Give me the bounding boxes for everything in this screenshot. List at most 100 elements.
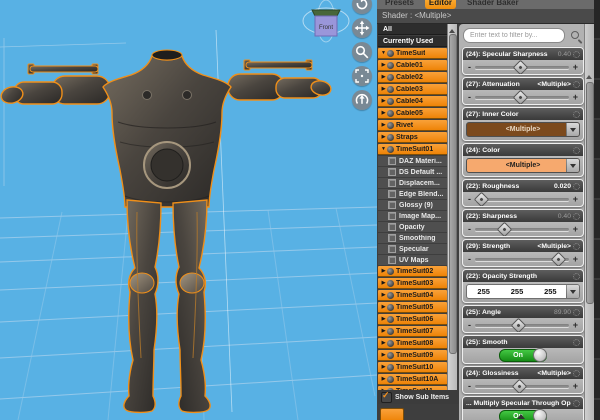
- gear-icon[interactable]: [573, 182, 580, 190]
- search-icon[interactable]: [570, 30, 582, 42]
- expand-icon[interactable]: ▶: [380, 110, 387, 116]
- pan-icon[interactable]: [352, 18, 372, 38]
- rgb-g-value[interactable]: 255: [500, 287, 533, 296]
- docked-pane-edge-strip[interactable]: [594, 0, 600, 420]
- slider-thumb[interactable]: [510, 317, 527, 332]
- gear-icon[interactable]: [573, 338, 580, 346]
- expand-icon[interactable]: ▶: [380, 376, 387, 382]
- expand-icon[interactable]: ▶: [380, 364, 387, 370]
- slider[interactable]: - +: [463, 251, 583, 266]
- clipped-orange-button[interactable]: [380, 408, 404, 420]
- expand-icon[interactable]: ▶: [380, 134, 387, 140]
- slider-minus[interactable]: -: [468, 62, 471, 72]
- slider[interactable]: - +: [463, 191, 583, 206]
- tab-presets[interactable]: Presets: [381, 0, 418, 9]
- tree-item-timesuit09[interactable]: ▶ TimeSuit09: [378, 350, 447, 361]
- slider-track[interactable]: [475, 251, 569, 266]
- tree-item-all[interactable]: All: [378, 24, 447, 35]
- toggle-knob[interactable]: [533, 348, 547, 362]
- tree-item-cable01[interactable]: ▶ Cable01: [378, 60, 447, 71]
- slider-track[interactable]: [475, 378, 569, 393]
- tree-item-ds-default[interactable]: DS Default ...: [378, 167, 447, 177]
- tree-item-timesuit10[interactable]: ▶ TimeSuit10: [378, 362, 447, 373]
- slider-track[interactable]: [473, 191, 569, 206]
- expand-icon[interactable]: ▶: [380, 62, 387, 68]
- rgb-r-value[interactable]: 255: [467, 287, 500, 296]
- tree-item-displacement[interactable]: Displacem...: [378, 178, 447, 188]
- slider-plus[interactable]: +: [573, 62, 578, 72]
- slider[interactable]: - +: [463, 59, 583, 74]
- slider[interactable]: - +: [463, 89, 583, 104]
- tree-item-timesuit04[interactable]: ▶ TimeSuit04: [378, 290, 447, 301]
- slider-track[interactable]: [475, 317, 569, 332]
- parameters-scrollbar-thumb[interactable]: [586, 82, 594, 304]
- dropdown-arrow-icon[interactable]: [566, 285, 579, 298]
- slider-thumb[interactable]: [511, 378, 528, 393]
- reset-camera-icon[interactable]: [352, 90, 372, 110]
- dropdown-arrow-icon[interactable]: [566, 123, 579, 136]
- tree-item-opacity[interactable]: Opacity: [378, 222, 447, 232]
- slider-minus[interactable]: -: [468, 224, 471, 234]
- slider[interactable]: - +: [463, 221, 583, 236]
- slider-track[interactable]: [475, 59, 569, 74]
- tree-item-image-map[interactable]: Image Map...: [378, 211, 447, 221]
- expand-icon[interactable]: ▶: [380, 280, 387, 286]
- gear-icon[interactable]: [573, 272, 580, 280]
- gear-icon[interactable]: [573, 308, 580, 316]
- slider-plus[interactable]: +: [573, 254, 578, 264]
- color-swatch[interactable]: <Multiple>: [466, 158, 580, 173]
- rgb-b-value[interactable]: 255: [534, 287, 567, 296]
- gear-icon[interactable]: [573, 146, 580, 154]
- tree-item-cable04[interactable]: ▶ Cable04: [378, 96, 447, 107]
- orbit-rotate-icon[interactable]: [352, 0, 372, 14]
- expand-icon[interactable]: ▶: [380, 122, 387, 128]
- tab-editor[interactable]: Editor: [424, 0, 457, 9]
- tree-item-cable03[interactable]: ▶ Cable03: [378, 84, 447, 95]
- rgb-value-field[interactable]: 255 255 255: [466, 284, 580, 299]
- slider-track[interactable]: [475, 221, 569, 236]
- slider-minus[interactable]: -: [468, 254, 471, 264]
- tree-item-smoothing[interactable]: Smoothing: [378, 233, 447, 243]
- expand-icon[interactable]: ▶: [380, 292, 387, 298]
- tree-item-specular[interactable]: Specular: [378, 244, 447, 254]
- slider-track[interactable]: [475, 89, 569, 104]
- view-cube-top-face[interactable]: [311, 9, 341, 17]
- slider-plus[interactable]: +: [573, 92, 578, 102]
- expand-icon[interactable]: ▶: [380, 74, 387, 80]
- zoom-icon[interactable]: [352, 42, 372, 62]
- gear-icon[interactable]: [573, 399, 580, 407]
- expand-icon[interactable]: ▶: [380, 268, 387, 274]
- slider-thumb[interactable]: [551, 251, 567, 266]
- show-sub-items-checkbox[interactable]: ✓: [381, 390, 392, 403]
- tree-item-edge-blend[interactable]: Edge Blend...: [378, 189, 447, 199]
- gear-icon[interactable]: [573, 80, 580, 88]
- slider-minus[interactable]: -: [468, 381, 471, 391]
- tree-item-glossy[interactable]: Glossy (9): [378, 200, 447, 210]
- tree-item-timesuit10a[interactable]: ▶ TimeSuit10A: [378, 374, 447, 385]
- slider-thumb[interactable]: [496, 221, 513, 236]
- slider-thumb[interactable]: [512, 89, 529, 104]
- tree-scrollbar[interactable]: [447, 24, 457, 390]
- slider-minus[interactable]: -: [468, 320, 471, 330]
- expand-icon[interactable]: ▶: [380, 86, 387, 92]
- gear-icon[interactable]: [573, 212, 580, 220]
- slider-plus[interactable]: +: [573, 194, 578, 204]
- tree-item-rivet[interactable]: ▶ Rivet: [378, 120, 447, 131]
- tree-item-currently-used[interactable]: Currently Used: [378, 36, 447, 47]
- viewport-3d[interactable]: Front: [0, 0, 378, 420]
- tree-item-timesuit07[interactable]: ▶ TimeSuit07: [378, 326, 447, 337]
- slider-thumb[interactable]: [473, 191, 489, 206]
- slider-minus[interactable]: -: [468, 194, 471, 204]
- tree-item-straps[interactable]: ▶ Straps: [378, 132, 447, 143]
- frame-view-icon[interactable]: [352, 66, 372, 86]
- expand-icon[interactable]: ▶: [380, 352, 387, 358]
- slider-plus[interactable]: +: [573, 224, 578, 234]
- tree-item-timesuit01[interactable]: ▼ TimeSuit01: [378, 144, 447, 155]
- gear-icon[interactable]: [573, 50, 580, 58]
- filter-input[interactable]: [463, 28, 565, 43]
- tree-item-timesuit08[interactable]: ▶ TimeSuit08: [378, 338, 447, 349]
- tree-scrollbar-thumb[interactable]: [449, 34, 457, 354]
- tree-item-timesuit05[interactable]: ▶ TimeSuit05: [378, 302, 447, 313]
- parameters-scrollbar[interactable]: [584, 24, 594, 420]
- slider-plus[interactable]: +: [573, 381, 578, 391]
